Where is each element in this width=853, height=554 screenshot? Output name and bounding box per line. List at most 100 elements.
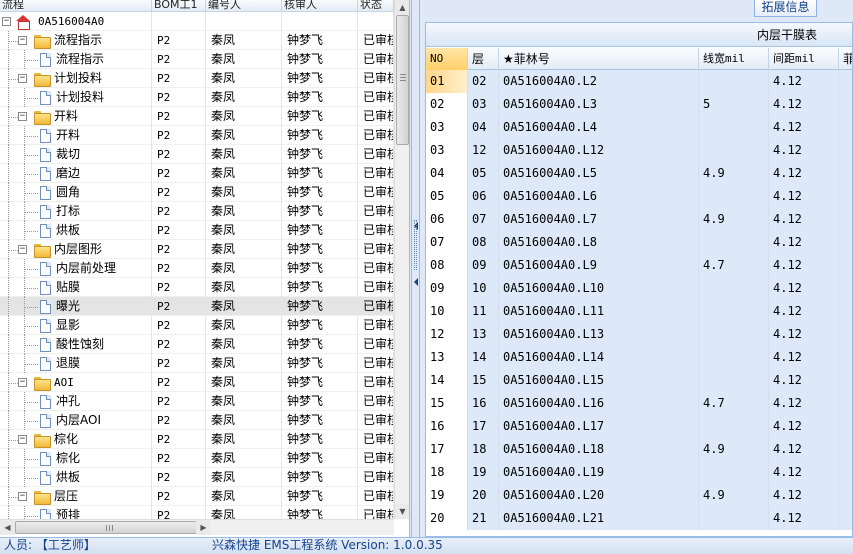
tree-row[interactable]: 烘板 P2秦凤钟梦飞已审核: [0, 221, 394, 240]
tree-node-cell[interactable]: 冲孔: [0, 392, 152, 411]
film-number-cell[interactable]: 0A516004A0.L14: [499, 346, 699, 369]
table-row[interactable]: 12 13 0A516004A0.L13 4.12: [426, 323, 852, 346]
no-cell[interactable]: 18: [426, 461, 468, 484]
line-width-cell[interactable]: 4.9: [699, 438, 769, 461]
table-row[interactable]: 02 03 0A516004A0.L3 5 4.12: [426, 93, 852, 116]
tree-node-cell[interactable]: − 棕化: [0, 430, 152, 449]
spacing-cell[interactable]: 4.12: [769, 116, 839, 139]
table-row[interactable]: 17 18 0A516004A0.L18 4.9 4.12: [426, 438, 852, 461]
tree-node-cell[interactable]: 内层前处理: [0, 259, 152, 278]
tree-node-cell[interactable]: 烘板: [0, 221, 152, 240]
no-cell[interactable]: 16: [426, 415, 468, 438]
col-header-bom[interactable]: BOM工1: [152, 0, 206, 12]
tree-row[interactable]: 内层前处理 P2秦凤钟梦飞已审核: [0, 259, 394, 278]
spacing-cell[interactable]: 4.12: [769, 277, 839, 300]
line-width-cell[interactable]: [699, 346, 769, 369]
table-row[interactable]: 09 10 0A516004A0.L10 4.12: [426, 277, 852, 300]
layer-cell[interactable]: 19: [468, 461, 499, 484]
no-cell[interactable]: 02: [426, 93, 468, 116]
collapse-icon[interactable]: −: [18, 74, 27, 83]
layer-cell[interactable]: 05: [468, 162, 499, 185]
tree-row[interactable]: 开料 P2秦凤钟梦飞已审核: [0, 126, 394, 145]
table-row[interactable]: 07 08 0A516004A0.L8 4.12: [426, 231, 852, 254]
film-number-cell[interactable]: 0A516004A0.L2: [499, 70, 699, 93]
line-width-cell[interactable]: [699, 300, 769, 323]
scroll-thumb[interactable]: [396, 15, 409, 145]
film-extra-cell[interactable]: [839, 93, 852, 116]
film-extra-cell[interactable]: [839, 461, 852, 484]
tree-node-cell[interactable]: 内层AOI: [0, 411, 152, 430]
film-number-cell[interactable]: 0A516004A0.L16: [499, 392, 699, 415]
no-cell[interactable]: 13: [426, 346, 468, 369]
film-number-cell[interactable]: 0A516004A0.L11: [499, 300, 699, 323]
tree-node-cell[interactable]: 酸性蚀刻: [0, 335, 152, 354]
line-width-cell[interactable]: [699, 507, 769, 530]
film-extra-cell[interactable]: [839, 162, 852, 185]
tree-row[interactable]: − AOI P2秦凤钟梦飞已审核: [0, 373, 394, 392]
collapse-icon[interactable]: −: [2, 17, 11, 26]
spacing-cell[interactable]: 4.12: [769, 162, 839, 185]
layer-cell[interactable]: 14: [468, 346, 499, 369]
film-number-cell[interactable]: 0A516004A0.L19: [499, 461, 699, 484]
line-width-cell[interactable]: [699, 461, 769, 484]
line-width-cell[interactable]: [699, 369, 769, 392]
film-extra-cell[interactable]: [839, 116, 852, 139]
tree-node-cell[interactable]: 预排: [0, 506, 152, 519]
film-extra-cell[interactable]: [839, 231, 852, 254]
tree-node-cell[interactable]: − AOI: [0, 373, 152, 392]
layer-cell[interactable]: 11: [468, 300, 499, 323]
scroll-left-button[interactable]: ◀: [0, 520, 15, 535]
tree-row[interactable]: 计划投料 P2秦凤钟梦飞已审核: [0, 88, 394, 107]
table-row[interactable]: 03 12 0A516004A0.L12 4.12: [426, 139, 852, 162]
line-width-cell[interactable]: 5: [699, 93, 769, 116]
line-width-cell[interactable]: [699, 277, 769, 300]
line-width-cell[interactable]: 4.9: [699, 162, 769, 185]
film-extra-cell[interactable]: [839, 254, 852, 277]
tree-row[interactable]: − 计划投料 P2秦凤钟梦飞已审核: [0, 69, 394, 88]
film-extra-cell[interactable]: [839, 392, 852, 415]
layer-cell[interactable]: 12: [468, 139, 499, 162]
line-width-cell[interactable]: [699, 185, 769, 208]
col-header-line-width[interactable]: 线宽mil: [699, 48, 769, 70]
tree-row[interactable]: − 棕化 P2秦凤钟梦飞已审核: [0, 430, 394, 449]
tree-node-cell[interactable]: 圆角: [0, 183, 152, 202]
no-cell[interactable]: 15: [426, 392, 468, 415]
spacing-cell[interactable]: 4.12: [769, 93, 839, 116]
layer-cell[interactable]: 21: [468, 507, 499, 530]
collapse-icon[interactable]: −: [18, 435, 27, 444]
tree-vertical-scrollbar[interactable]: ▲ ▼: [394, 0, 409, 519]
tree-node-cell[interactable]: 棕化: [0, 449, 152, 468]
film-number-cell[interactable]: 0A516004A0.L17: [499, 415, 699, 438]
film-number-cell[interactable]: 0A516004A0.L7: [499, 208, 699, 231]
table-row[interactable]: 06 07 0A516004A0.L7 4.9 4.12: [426, 208, 852, 231]
layer-cell[interactable]: 09: [468, 254, 499, 277]
collapse-icon[interactable]: −: [18, 112, 27, 121]
layer-cell[interactable]: 18: [468, 438, 499, 461]
no-cell[interactable]: 06: [426, 208, 468, 231]
film-number-cell[interactable]: 0A516004A0.L18: [499, 438, 699, 461]
spacing-cell[interactable]: 4.12: [769, 438, 839, 461]
collapse-icon[interactable]: −: [18, 245, 27, 254]
no-cell[interactable]: 01: [426, 70, 468, 93]
spacing-cell[interactable]: 4.12: [769, 392, 839, 415]
layer-cell[interactable]: 02: [468, 70, 499, 93]
no-cell[interactable]: 12: [426, 323, 468, 346]
film-number-cell[interactable]: 0A516004A0.L20: [499, 484, 699, 507]
line-width-cell[interactable]: 4.7: [699, 392, 769, 415]
scroll-up-button[interactable]: ▲: [395, 0, 409, 15]
tree-row[interactable]: 圆角 P2秦凤钟梦飞已审核: [0, 183, 394, 202]
film-number-cell[interactable]: 0A516004A0.L15: [499, 369, 699, 392]
table-row[interactable]: 13 14 0A516004A0.L14 4.12: [426, 346, 852, 369]
tree-row[interactable]: − 开料 P2秦凤钟梦飞已审核: [0, 107, 394, 126]
line-width-cell[interactable]: 4.9: [699, 208, 769, 231]
spacing-cell[interactable]: 4.12: [769, 254, 839, 277]
col-header-spacing[interactable]: 间距mil: [769, 48, 839, 70]
scroll-right-button[interactable]: ▶: [196, 520, 211, 535]
collapse-icon[interactable]: −: [18, 36, 27, 45]
table-row[interactable]: 20 21 0A516004A0.L21 4.12: [426, 507, 852, 530]
line-width-cell[interactable]: [699, 70, 769, 93]
film-extra-cell[interactable]: [839, 208, 852, 231]
tree-row[interactable]: 酸性蚀刻 P2秦凤钟梦飞已审核: [0, 335, 394, 354]
col-header-status[interactable]: 状态: [358, 0, 394, 12]
film-number-cell[interactable]: 0A516004A0.L6: [499, 185, 699, 208]
